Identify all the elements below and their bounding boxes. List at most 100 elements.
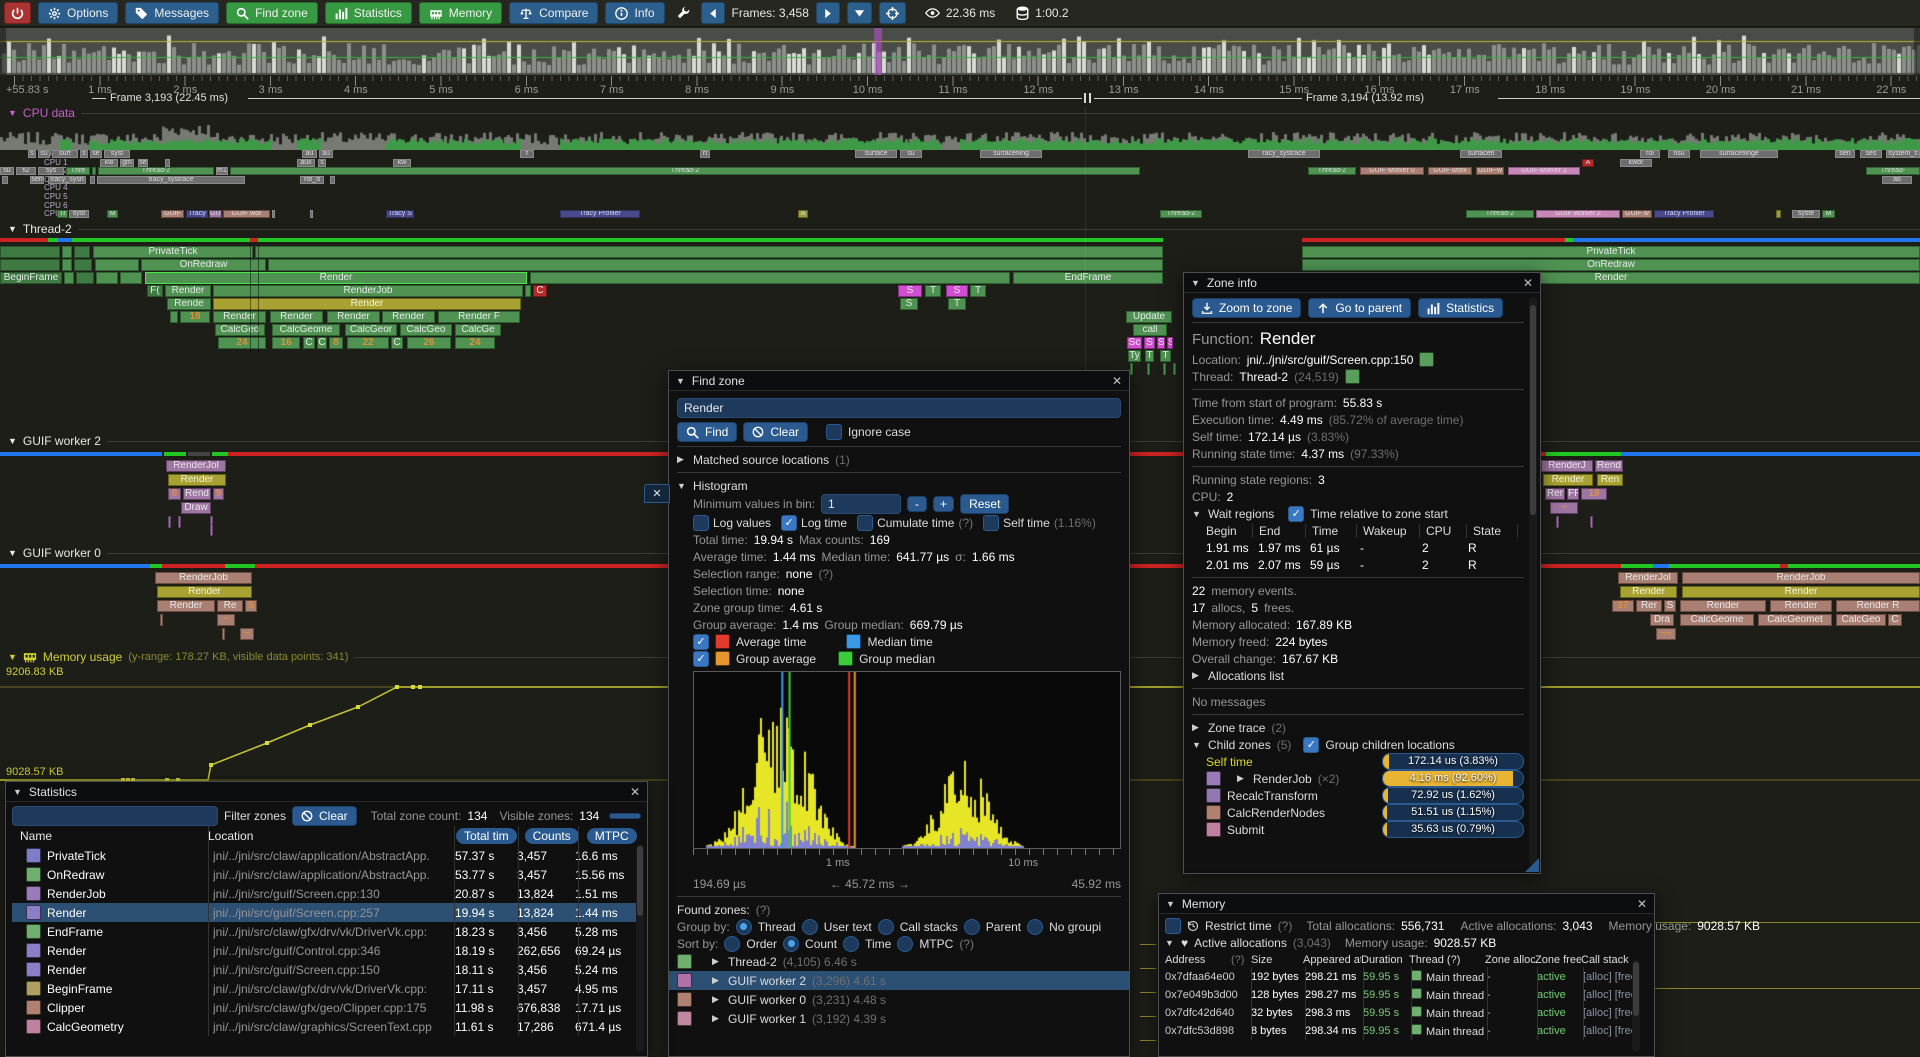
- timeline-zone[interactable]: Dra: [1650, 614, 1674, 626]
- child-zone-row[interactable]: RecalcTransform72.92 us (1.62%): [1192, 787, 1524, 804]
- cpu-zone[interactable]: GUIF-w: [1476, 167, 1504, 175]
- statistics-row[interactable]: Renderjni/../jni/src/guif/Screen.cpp:150…: [12, 960, 641, 979]
- timeline-zone[interactable]: [1147, 363, 1150, 375]
- cpu-zone[interactable]: au: [302, 150, 317, 158]
- memory-col-header[interactable]: Call stack: [1581, 954, 1633, 966]
- help-icon[interactable]: (?): [756, 903, 771, 917]
- timeline-zone[interactable]: [62, 259, 72, 271]
- help-icon[interactable]: (?): [959, 937, 974, 951]
- sort-by-radio[interactable]: [897, 936, 913, 952]
- timeline-zone[interactable]: [95, 259, 139, 271]
- timeline-zone[interactable]: RenderJol: [1618, 572, 1678, 584]
- cpu-zone[interactable]: ses: [1860, 150, 1882, 158]
- cpu-zone[interactable]: tracy_systrace: [97, 176, 245, 184]
- close-icon[interactable]: ✕: [1637, 897, 1647, 911]
- timeline-zone[interactable]: C: [317, 337, 327, 349]
- clear-filter-button[interactable]: Clear: [292, 806, 357, 826]
- timeline-zone[interactable]: C: [303, 337, 315, 349]
- cpu-zone[interactable]: ab: [1882, 176, 1912, 184]
- cpu-zone[interactable]: GUIF wor: [223, 210, 270, 218]
- memory-titlebar[interactable]: ▼Memory✕: [1159, 894, 1654, 914]
- timeline-zone[interactable]: [255, 246, 1163, 258]
- zoom-to-zone-button[interactable]: Zoom to zone: [1192, 298, 1301, 318]
- timeline-zone[interactable]: ~: [217, 614, 235, 626]
- child-zone-row[interactable]: Submit35.63 us (0.79%): [1192, 821, 1524, 838]
- cpu-zone[interactable]: Thread-2: [230, 167, 1140, 175]
- timeline-zone[interactable]: T: [1160, 350, 1171, 362]
- cpu-zone[interactable]: kw: [100, 159, 118, 167]
- thread-color-box[interactable]: [1345, 369, 1360, 384]
- cpu-zone[interactable]: GUIF worker 1: [1508, 167, 1580, 175]
- goto-frame-button[interactable]: [879, 2, 906, 24]
- timeline-zone[interactable]: S: [1157, 337, 1165, 349]
- statistics-row[interactable]: EndFramejni/../jni/src/claw/gfx/drv/vk/D…: [12, 922, 641, 941]
- timeline-zone[interactable]: 19: [1581, 488, 1607, 500]
- cpu-data-header[interactable]: ▼CPU data: [8, 106, 1920, 120]
- decrement-button[interactable]: -: [907, 496, 927, 512]
- cpu-zone[interactable]: Tracy S: [386, 210, 414, 218]
- cpu-zone[interactable]: s: [80, 150, 88, 158]
- close-icon[interactable]: ✕: [1112, 374, 1122, 388]
- go-to-parent-button[interactable]: Go to parent: [1308, 298, 1411, 318]
- restrict-time-checkbox[interactable]: [1165, 918, 1181, 934]
- find-zone-button[interactable]: Find zone: [226, 2, 318, 24]
- prev-frame-button[interactable]: [701, 2, 725, 24]
- cpu-zone[interactable]: GUIF worker 2: [1536, 210, 1620, 218]
- cpu-zone[interactable]: s: [28, 150, 36, 158]
- timeline-zone[interactable]: CalcGeo: [400, 324, 452, 336]
- timeline-zone[interactable]: [268, 259, 1163, 271]
- found-group-row[interactable]: ▶GUIF worker 1(3,192) 4.39 s: [677, 1009, 1121, 1028]
- timeline-zone[interactable]: 18: [180, 311, 210, 323]
- expand-arrow-icon[interactable]: ▶: [712, 956, 722, 967]
- collapse-arrow-icon[interactable]: ▼: [8, 548, 17, 558]
- timeline-zone[interactable]: RenderJ: [1541, 460, 1593, 472]
- frame-dropdown-button[interactable]: [847, 2, 872, 24]
- timeline-zone[interactable]: Render: [157, 586, 252, 598]
- timeline-zone[interactable]: C: [1888, 614, 1902, 626]
- statistics-titlebar[interactable]: ▼Statistics✕: [6, 782, 647, 802]
- cpu-zone[interactable]: Tracy Profiler: [560, 210, 640, 218]
- timeline-zone[interactable]: CalcGeomet: [1758, 614, 1832, 626]
- collapse-arrow-icon[interactable]: ▼: [677, 481, 687, 491]
- avg-visible-checkbox[interactable]: ✓: [693, 634, 709, 650]
- cpu-zone[interactable]: sen: [30, 176, 44, 184]
- min-bin-input[interactable]: 1: [821, 494, 901, 514]
- timeline-zone[interactable]: BeginFrame: [0, 272, 62, 284]
- close-icon[interactable]: ✕: [1523, 276, 1533, 290]
- frame-divider[interactable]: [1084, 93, 1086, 103]
- cpu-zone[interactable]: GUIF: [161, 210, 184, 218]
- cpu-zone[interactable]: [1776, 210, 1781, 218]
- statistics-button[interactable]: Statistics: [325, 2, 412, 24]
- child-zones-row[interactable]: ▼Child zones(5)✓Group children locations: [1192, 736, 1524, 753]
- timeline-zone[interactable]: Render: [165, 285, 211, 297]
- search-input[interactable]: Render: [677, 398, 1121, 418]
- timeline-zone[interactable]: [76, 272, 94, 284]
- wrench-icon[interactable]: [676, 6, 690, 20]
- cpu-zone[interactable]: s: [318, 159, 326, 167]
- timeline-zone[interactable]: OnRedraw: [1302, 259, 1920, 271]
- timeline-zone[interactable]: Render: [168, 474, 226, 486]
- help-icon[interactable]: (?): [958, 516, 973, 530]
- timeline-zone[interactable]: [62, 246, 72, 258]
- timeline-zone[interactable]: 5: [245, 600, 257, 612]
- memory-scrollbar[interactable]: [1632, 960, 1640, 1052]
- column-header-name[interactable]: Name: [12, 829, 208, 843]
- timeline-zone[interactable]: CalcGeome: [1680, 614, 1754, 626]
- timeline-zone[interactable]: RenderJob: [155, 572, 252, 584]
- memory-col-header[interactable]: Zone alloc: [1485, 954, 1535, 966]
- expand-arrow-icon[interactable]: ▶: [1192, 670, 1202, 681]
- memory-col-header[interactable]: Address: [1165, 954, 1231, 966]
- timeline-zone[interactable]: T: [970, 285, 986, 297]
- statistics-scrollbar[interactable]: [636, 844, 644, 1052]
- timeline-zone[interactable]: S: [1167, 337, 1173, 349]
- memory-col-header[interactable]: Duration: [1361, 954, 1409, 966]
- timeline-zone[interactable]: RenderJob: [1682, 572, 1920, 584]
- expand-arrow-icon[interactable]: ▶: [712, 994, 722, 1005]
- cpu-zone[interactable]: Thread-2: [1466, 210, 1534, 218]
- find-button[interactable]: Find: [677, 422, 737, 442]
- cpu-zone[interactable]: Tr: [57, 210, 68, 218]
- compare-button[interactable]: Compare: [509, 2, 598, 24]
- thread-thread-2-header[interactable]: ▼Thread-2: [8, 222, 1920, 236]
- close-icon[interactable]: ✕: [630, 785, 640, 799]
- wait-col-header[interactable]: Time: [1312, 524, 1357, 538]
